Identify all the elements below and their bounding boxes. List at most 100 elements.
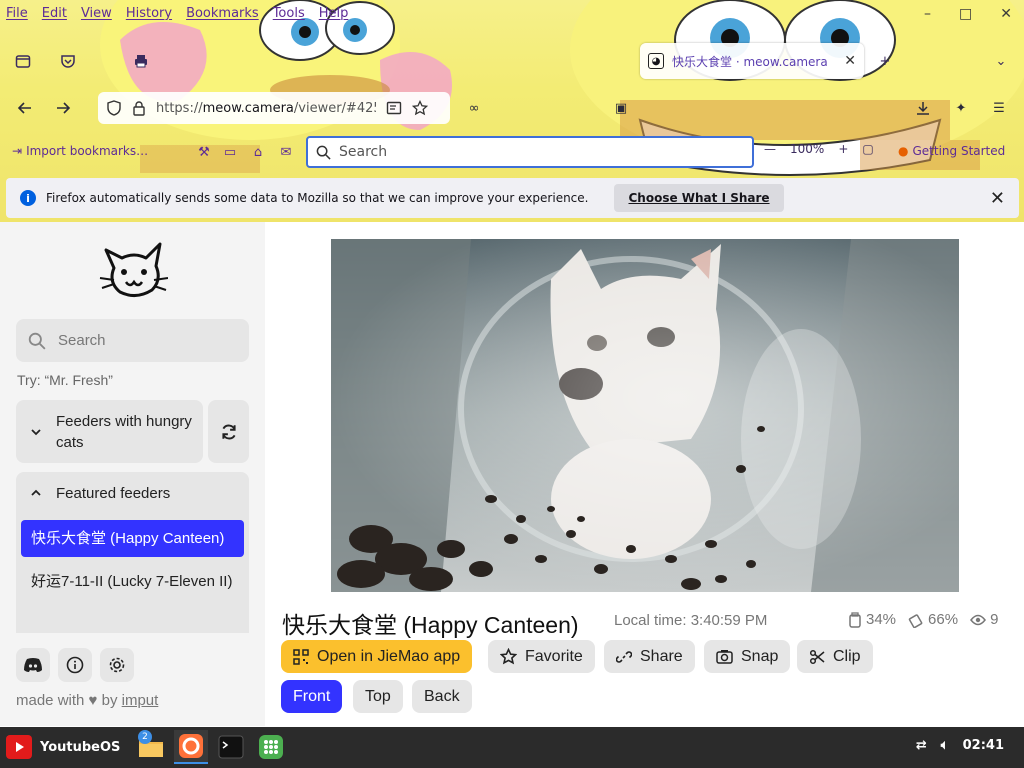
hungry-cats-group-toggle[interactable]: Feeders with hungry cats <box>16 400 203 463</box>
url-text[interactable]: https://meow.camera/viewer/#425 <box>156 101 376 116</box>
extension-infinity-icon[interactable]: ∞ <box>463 97 485 119</box>
menu-bar: File Edit View History Bookmarks Tools H… <box>0 0 348 26</box>
camera-feed[interactable] <box>331 239 959 592</box>
choose-what-i-share-button[interactable]: Choose What I Share <box>614 184 784 212</box>
menu-help[interactable]: Help <box>319 6 349 21</box>
lock-icon[interactable] <box>132 100 146 116</box>
reader-view-icon[interactable] <box>386 100 402 116</box>
scissors-icon <box>809 649 825 664</box>
terminal-icon <box>218 735 244 759</box>
menu-history[interactable]: History <box>126 6 172 21</box>
meow-camera-page: Search Try: “Mr. Fresh” Feeders with hun… <box>0 222 1024 726</box>
clip-button[interactable]: Clip <box>797 640 873 673</box>
imput-link[interactable]: imput <box>122 692 159 709</box>
feeder-stats: 34% 66% 9 <box>848 611 1004 628</box>
close-tab-icon[interactable]: ✕ <box>844 53 856 69</box>
extensions-puzzle-icon[interactable]: ✦ <box>950 97 972 119</box>
menu-view[interactable]: View <box>81 6 112 21</box>
menu-bookmarks[interactable]: Bookmarks <box>186 6 259 21</box>
menu-edit[interactable]: Edit <box>42 6 67 21</box>
tab-meow-camera[interactable]: ◕ 快乐大食堂 · meow.camera ✕ <box>640 43 864 79</box>
feeder-title: 快乐大食堂 (Happy Canteen) <box>282 612 579 638</box>
menu-tools[interactable]: Tools <box>273 6 305 21</box>
maximize-icon[interactable]: □ <box>959 6 972 22</box>
sidebar-toggle-icon[interactable]: ▭ <box>222 144 238 160</box>
forward-arrow-icon[interactable] <box>52 97 74 119</box>
refresh-button[interactable] <box>208 400 249 463</box>
firefox-app[interactable] <box>174 730 208 764</box>
local-time: Local time: 3:40:59 PM <box>614 612 768 629</box>
search-hint: Try: “Mr. Fresh” <box>17 372 113 388</box>
grid-app-icon <box>259 735 283 759</box>
zoom-in-icon[interactable]: + <box>838 142 848 156</box>
network-icon[interactable]: ⇄ <box>916 738 927 753</box>
search-icon <box>316 145 331 160</box>
fullscreen-icon[interactable]: ▢ <box>862 142 873 156</box>
meow-camera-logo <box>99 242 168 297</box>
volume-icon[interactable]: 🔈︎ <box>941 738 949 753</box>
pocket-icon[interactable] <box>57 50 79 72</box>
cat-favicon-icon: ◕ <box>648 53 664 69</box>
share-button[interactable]: Share <box>604 640 695 673</box>
printer-icon[interactable] <box>130 50 152 72</box>
close-window-icon[interactable]: ✕ <box>1000 6 1012 22</box>
info-icon: i <box>20 190 36 206</box>
browser-chrome: File Edit View History Bookmarks Tools H… <box>0 0 1024 222</box>
import-bookmarks-link[interactable]: ⇥ Import bookmarks… <box>12 144 148 158</box>
sidebar: Search Try: “Mr. Fresh” Feeders with hun… <box>0 222 265 726</box>
search-input[interactable]: Search <box>306 136 754 168</box>
zoom-out-icon[interactable]: — <box>764 142 776 156</box>
youtube-logo-icon <box>6 735 32 759</box>
camera-front-button[interactable]: Front <box>281 680 343 713</box>
camera-top-button[interactable]: Top <box>353 680 403 713</box>
about-button[interactable] <box>58 648 92 682</box>
url-bar[interactable]: https://meow.camera/viewer/#425 <box>98 92 450 124</box>
snap-button[interactable]: Snap <box>704 640 791 673</box>
gear-icon <box>109 657 125 673</box>
zoom-controls: — 100% + ▢ <box>764 142 874 156</box>
favorite-button[interactable]: Favorite <box>488 640 595 673</box>
camera-back-button[interactable]: Back <box>412 680 472 713</box>
firefox-view-icon[interactable] <box>12 50 34 72</box>
featured-feeder-list: 快乐大食堂 (Happy Canteen) 好运7-11-II (Lucky 7… <box>16 514 249 633</box>
group-label: Feeders with hungry cats <box>56 412 192 451</box>
downloads-icon[interactable] <box>912 97 934 119</box>
discord-icon <box>24 658 42 672</box>
system-tray: ⇄ 🔈︎ 02:41 <box>916 738 1004 753</box>
eye-icon <box>970 614 987 625</box>
tab-title: 快乐大食堂 · meow.camera <box>672 54 828 69</box>
new-tab-icon[interactable]: + <box>874 50 896 72</box>
import-icon: ⇥ <box>12 144 23 158</box>
open-in-jiemao-button[interactable]: Open in JieMao app <box>281 640 473 673</box>
zoom-level[interactable]: 100% <box>790 142 824 156</box>
discord-button[interactable] <box>16 648 50 682</box>
terminal-app[interactable] <box>214 730 248 764</box>
wrench-icon[interactable]: ⚒ <box>196 144 212 160</box>
menu-file[interactable]: File <box>6 6 28 21</box>
bookmarks-toolbar: ⇥ Import bookmarks… ⚒ ▭ ⌂ ✉ Search — 100… <box>0 136 1024 168</box>
minimize-icon[interactable]: – <box>924 6 931 22</box>
files-app[interactable]: 2 <box>134 730 168 764</box>
shield-icon[interactable] <box>106 100 122 116</box>
pocket-save-icon[interactable]: ⌂ <box>250 144 266 160</box>
feeder-item-happy-canteen[interactable]: 快乐大食堂 (Happy Canteen) <box>21 520 244 557</box>
email-link-icon[interactable]: ✉ <box>278 144 294 160</box>
list-tabs-icon[interactable]: ⌄ <box>990 50 1012 72</box>
bookmark-star-icon[interactable] <box>412 100 428 116</box>
feeder-item-lucky-7-eleven[interactable]: 好运7-11-II (Lucky 7-Eleven II) <box>21 563 244 600</box>
notification-message: Firefox automatically sends some data to… <box>46 191 589 205</box>
translate-icon[interactable]: ▣ <box>610 97 632 119</box>
start-menu-button[interactable]: YoutubeOS <box>6 735 120 759</box>
getting-started-bookmark[interactable]: ● Getting Started <box>898 144 1005 158</box>
battery-icon <box>908 613 923 628</box>
close-notification-icon[interactable]: ✕ <box>990 188 1005 209</box>
hamburger-menu-icon[interactable]: ☰ <box>988 97 1010 119</box>
star-icon <box>500 648 517 665</box>
clock[interactable]: 02:41 <box>963 738 1004 753</box>
settings-button[interactable] <box>100 648 134 682</box>
calculator-app[interactable] <box>254 730 288 764</box>
featured-feeders-group-toggle[interactable]: Featured feeders <box>16 472 249 514</box>
feeder-search-input[interactable]: Search <box>16 319 249 362</box>
back-arrow-icon[interactable] <box>14 97 36 119</box>
firefox-logo-icon: ● <box>898 144 909 158</box>
